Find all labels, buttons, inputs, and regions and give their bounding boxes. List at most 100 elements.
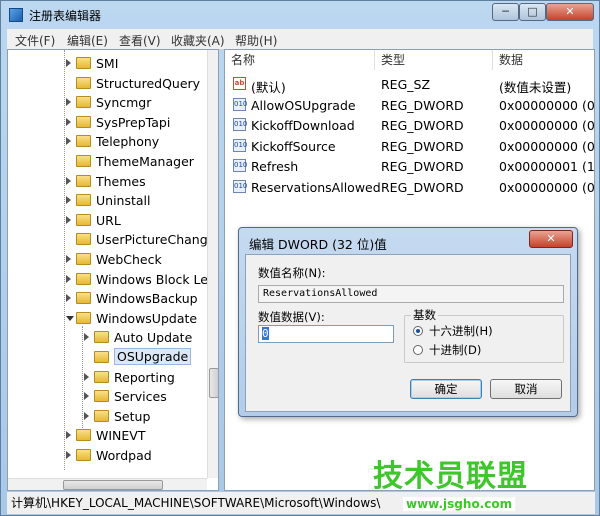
folder-icon (76, 233, 91, 246)
tree-horizontal-scrollbar[interactable] (8, 478, 207, 490)
expand-arrow-icon[interactable] (66, 451, 71, 459)
registry-tree[interactable]: SMI StructuredQuery Syncmgr SysPrepTapi Tele… (7, 49, 219, 491)
hex-radio-label[interactable]: 十六进制(H) (429, 323, 493, 339)
dialog-close-button[interactable]: ✕ (529, 230, 573, 248)
registry-value-row[interactable]: 010 AllowOSUpgrade REG_DWORD 0x00000000 (0) (225, 95, 594, 115)
value-name-cell: KickoffDownload (251, 118, 355, 133)
tree-item[interactable]: WINEVT (8, 426, 208, 445)
folder-icon (76, 155, 91, 167)
expand-arrow-icon[interactable] (84, 411, 89, 420)
title-bar: 注册表编辑器 ─ □ ✕ (1, 1, 599, 29)
expand-arrow-icon[interactable] (66, 196, 71, 205)
expand-arrow-icon[interactable] (66, 215, 71, 224)
ok-button[interactable]: 确定 (410, 379, 482, 399)
tree-item[interactable]: UserPictureChang (8, 230, 208, 249)
value-type-cell: REG_DWORD (381, 97, 464, 113)
maximize-button[interactable]: □ (519, 3, 546, 21)
folder-icon (76, 57, 91, 69)
binary-value-icon: 010 (233, 159, 247, 172)
tree-item[interactable]: Telephony (8, 132, 208, 151)
expand-arrow-icon[interactable] (84, 333, 89, 342)
regedit-app-icon (9, 8, 23, 22)
hex-radio[interactable] (413, 326, 423, 336)
collapse-arrow-icon[interactable] (66, 315, 74, 321)
tree-item[interactable]: StructuredQuery (8, 74, 208, 93)
expand-arrow-icon[interactable] (66, 255, 71, 263)
tree-item-label: Setup (114, 408, 151, 424)
menu-file[interactable]: 文件(F) (15, 32, 55, 49)
value-data-cell: (数值未设置) (499, 80, 572, 95)
folder-icon (76, 194, 91, 207)
close-button[interactable]: ✕ (546, 3, 594, 21)
tree-item[interactable]: Uninstall (8, 191, 208, 210)
value-type-cell: REG_DWORD (381, 179, 464, 195)
menu-favorites[interactable]: 收藏夹(A) (171, 32, 225, 49)
registry-value-row[interactable]: 010 Refresh REG_DWORD 0x00000001 (1) (225, 156, 595, 176)
expand-arrow-icon[interactable] (84, 372, 89, 381)
binary-value-icon: 010 (233, 118, 247, 131)
value-type-cell: REG_DWORD (381, 138, 464, 154)
base-group: 基数 十六进制(H) 十进制(D) (404, 307, 564, 363)
value-type-cell: REG_SZ (381, 77, 431, 92)
registry-value-row[interactable]: 010 ReservationsAllowed REG_DWORD 0x0000000… (225, 177, 594, 197)
decimal-radio-label[interactable]: 十进制(D) (429, 342, 481, 358)
expand-arrow-icon[interactable] (66, 294, 71, 303)
folder-icon (76, 272, 91, 285)
tree-item[interactable]: URL (8, 211, 208, 230)
cancel-button[interactable]: 取消 (490, 379, 562, 399)
tree-item[interactable]: Syncmgr (8, 93, 208, 112)
tree-item[interactable]: WindowsUpdate (8, 309, 208, 328)
registry-value-row[interactable]: 010 KickoffSource REG_DWORD 0x00000000 (0) (225, 136, 594, 156)
expand-arrow-icon[interactable] (66, 274, 71, 283)
expand-arrow-icon[interactable] (66, 59, 71, 67)
value-data-input[interactable]: 0 (258, 325, 394, 343)
tree-item-label: WINEVT (96, 428, 146, 444)
tree-item-label: OSUpgrade (114, 348, 192, 365)
tree-vertical-scroll-thumb[interactable] (209, 368, 218, 398)
tree-item[interactable]: WebCheck (8, 250, 208, 269)
expand-arrow-icon[interactable] (66, 137, 71, 146)
folder-icon (94, 331, 109, 344)
column-header-data[interactable]: 数据 (493, 50, 594, 70)
tree-vertical-scrollbar[interactable] (207, 50, 218, 478)
tree-item[interactable]: Themes (8, 172, 208, 191)
column-header-name[interactable]: 名称 (225, 50, 375, 70)
expand-arrow-icon[interactable] (84, 392, 89, 401)
tree-item[interactable]: Reporting (8, 368, 208, 387)
expand-arrow-icon[interactable] (66, 98, 71, 107)
tree-item-label: Syncmgr (96, 95, 152, 111)
folder-icon (94, 370, 109, 383)
expand-arrow-icon[interactable] (66, 117, 71, 126)
value-data-cell: 0x00000001 (1) (499, 159, 595, 174)
tree-item[interactable]: OSUpgrade (8, 348, 208, 367)
minimize-button[interactable]: ─ (492, 3, 519, 21)
tree-item[interactable]: SysPrepTapi (8, 113, 208, 132)
value-type-cell: REG_DWORD (381, 159, 464, 174)
expand-arrow-icon[interactable] (66, 176, 71, 185)
tree-item[interactable]: ThemeManager (8, 152, 208, 171)
window-title: 注册表编辑器 (29, 9, 102, 23)
menu-edit[interactable]: 编辑(E) (67, 32, 108, 49)
menu-view[interactable]: 查看(V) (119, 32, 161, 49)
registry-value-row[interactable]: 010 KickoffDownload REG_DWORD 0x00000000 (0… (225, 115, 594, 135)
column-header-type[interactable]: 类型 (375, 50, 493, 70)
tree-item[interactable]: Wordpad (8, 446, 208, 465)
menu-help[interactable]: 帮助(H) (235, 32, 277, 49)
tree-item[interactable]: WindowsBackup (8, 289, 208, 308)
tree-item[interactable]: Windows Block Le (8, 270, 208, 289)
tree-item-label: ThemeManager (96, 154, 194, 169)
registry-editor-window: 注册表编辑器 ─ □ ✕ 文件(F) 编辑(E) 查看(V) 收藏夹(A) 帮助… (0, 0, 600, 516)
tree-item[interactable]: Services (8, 387, 208, 406)
tree-item[interactable]: SMI (8, 54, 208, 73)
folder-icon (76, 449, 91, 461)
registry-value-row[interactable]: ab (默认) REG_SZ (数值未设置) (225, 74, 594, 95)
tree-item-label: URL (96, 212, 121, 228)
tree-item-label: SysPrepTapi (96, 114, 171, 130)
tree-item[interactable]: Auto Update (8, 328, 208, 347)
tree-item[interactable]: Setup (8, 407, 208, 426)
decimal-radio[interactable] (413, 345, 423, 355)
watermark-url: www.jsgho.com (403, 497, 516, 511)
expand-arrow-icon[interactable] (66, 431, 71, 440)
value-name-cell: KickoffSource (251, 138, 336, 154)
tree-horizontal-scroll-thumb[interactable] (63, 480, 163, 490)
